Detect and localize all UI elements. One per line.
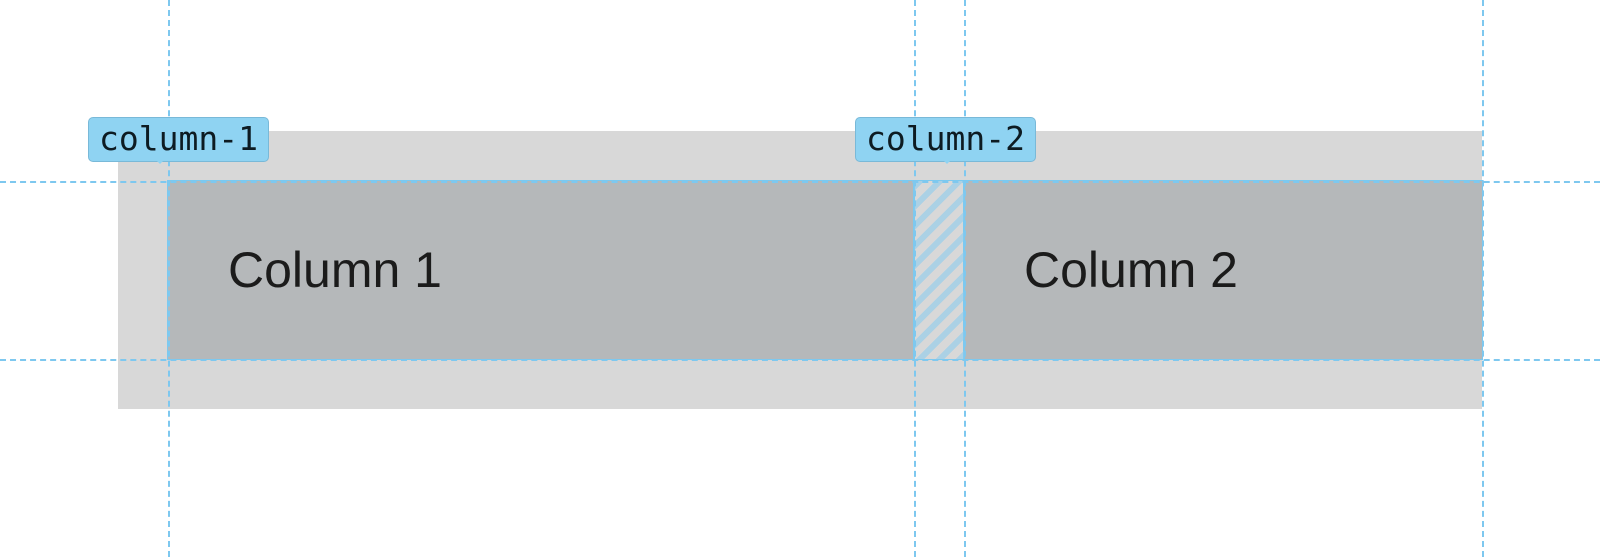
grid-guide-horizontal (0, 359, 1600, 361)
column-2-label: Column 2 (1024, 241, 1238, 299)
column-1-label: Column 1 (228, 241, 442, 299)
grid-line-tag-column-1: column-1 (88, 117, 269, 162)
column-1: Column 1 (168, 181, 914, 359)
grid-guide-vertical (1482, 0, 1484, 557)
grid-guide-vertical (168, 0, 170, 557)
grid-guide-vertical (964, 0, 966, 557)
column-2: Column 2 (964, 181, 1482, 359)
grid-guide-horizontal (0, 181, 1600, 183)
grid-container: Column 1 Column 2 (118, 131, 1482, 409)
grid-gap-indicator (914, 181, 964, 359)
grid-guide-vertical (914, 0, 916, 557)
grid-line-tag-column-2: column-2 (855, 117, 1036, 162)
